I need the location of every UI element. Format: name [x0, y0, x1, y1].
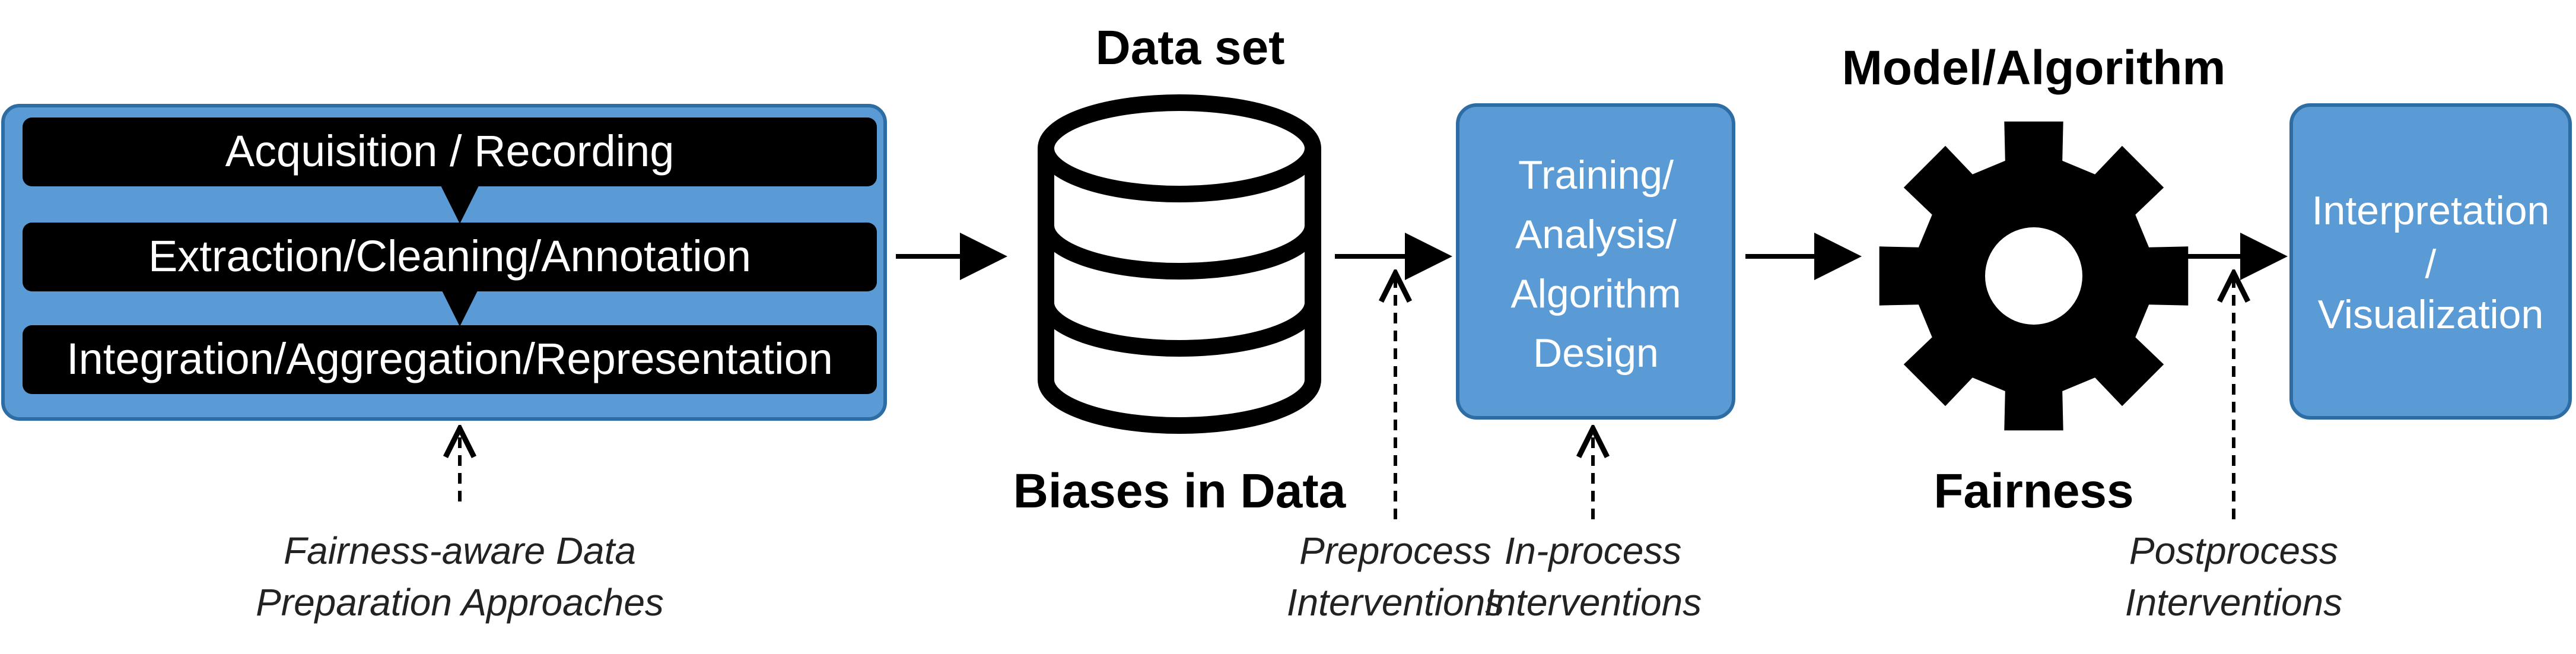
interpretation-line2: / — [2425, 242, 2437, 287]
interpretation-line3: Visualization — [2318, 292, 2544, 337]
postprocess-note-line1: Postprocess — [2129, 529, 2338, 572]
stage-extraction-label: Extraction/Cleaning/Annotation — [148, 231, 751, 281]
stage-acquisition-label: Acquisition / Recording — [225, 126, 675, 176]
model-caption: Fairness — [1933, 464, 2133, 518]
prep-note-line2: Preparation Approaches — [256, 581, 664, 624]
stage-integration-label: Integration/Aggregation/Representation — [66, 334, 833, 383]
gear-icon — [1879, 121, 2189, 431]
preprocess-note-line1: Preprocess — [1299, 529, 1491, 572]
training-line3: Algorithm — [1510, 271, 1681, 316]
postprocess-note-line2: Interventions — [2125, 581, 2342, 624]
dataset-caption: Biases in Data — [1013, 464, 1347, 518]
dataset-title: Data set — [1095, 21, 1284, 75]
database-icon — [1038, 94, 1321, 434]
interpretation-line1: Interpretation — [2312, 188, 2550, 233]
inprocess-note-line1: In-process — [1505, 529, 1682, 572]
training-line4: Design — [1533, 331, 1659, 376]
training-line2: Analysis/ — [1515, 212, 1677, 257]
fairness-pipeline-diagram: Acquisition / Recording Extraction/Clean… — [1, 21, 2572, 624]
model-title: Model/Algorithm — [1842, 41, 2226, 95]
inprocess-note-line2: Interventions — [1484, 581, 1702, 624]
prep-note-line1: Fairness-aware Data — [284, 529, 636, 572]
training-line1: Training/ — [1518, 153, 1674, 198]
preprocess-note-line2: Interventions — [1287, 581, 1504, 624]
